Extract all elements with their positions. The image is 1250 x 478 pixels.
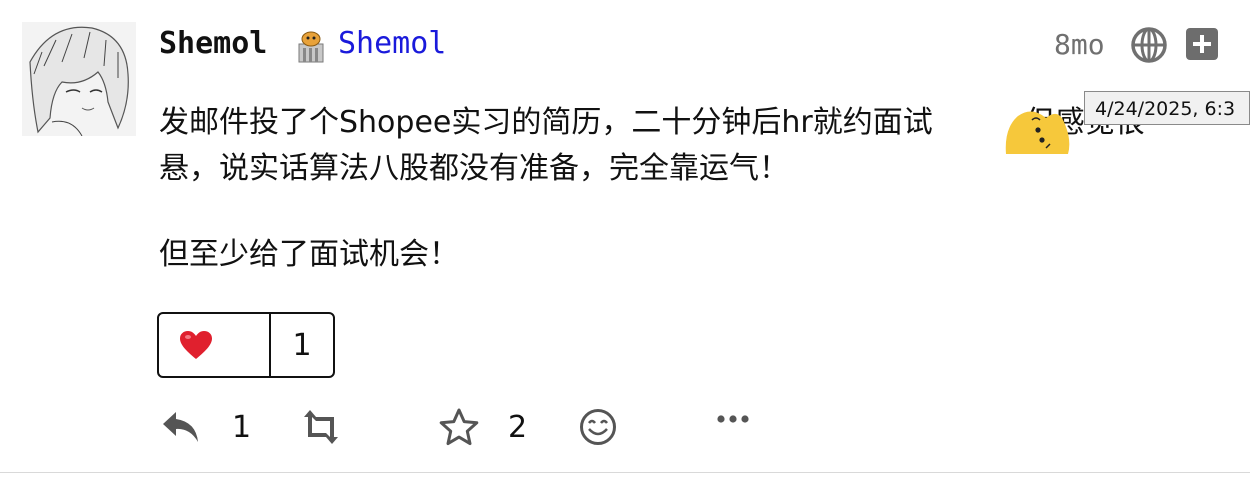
post-divider	[0, 472, 1250, 473]
favourite-count: 2	[508, 409, 528, 445]
heart-icon	[159, 314, 271, 376]
action-bar: 1 2	[160, 400, 860, 454]
reply-icon	[163, 412, 198, 442]
boost-icon	[304, 410, 338, 444]
favourite-button[interactable]	[438, 400, 480, 454]
plus-icon[interactable]	[1186, 28, 1218, 60]
post-text-line: 但至少给了面试机会！	[159, 237, 459, 272]
reaction-count: 1	[292, 327, 312, 363]
display-name[interactable]: Shemol	[159, 26, 267, 61]
post-text-line: 悬，说实话算法八股都没有准备，完全靠运气！	[159, 151, 789, 186]
ellipsis-icon	[717, 415, 749, 423]
star-icon	[439, 408, 479, 446]
heart-reaction-button[interactable]: 1	[157, 312, 335, 378]
post-text-line: 发邮件投了个Shopee实习的简历，二十分钟后hr就约面试	[159, 105, 933, 140]
reply-button[interactable]	[160, 400, 202, 454]
more-options-button[interactable]	[716, 392, 750, 446]
globe-icon[interactable]	[1130, 26, 1168, 64]
smile-icon	[580, 409, 616, 445]
custom-emoji-icon	[1002, 104, 1072, 158]
emoji-reaction-button[interactable]	[578, 400, 618, 454]
avatar-image	[22, 22, 136, 136]
reply-count: 1	[232, 409, 252, 445]
relative-timestamp[interactable]: 8mo	[1054, 28, 1105, 61]
account-handle[interactable]: Shemol	[338, 26, 446, 61]
avatar[interactable]	[22, 22, 136, 136]
bot-badge-icon	[296, 30, 326, 64]
boost-button[interactable]	[300, 400, 342, 454]
timestamp-tooltip: 4/24/2025, 6:3	[1084, 91, 1250, 125]
